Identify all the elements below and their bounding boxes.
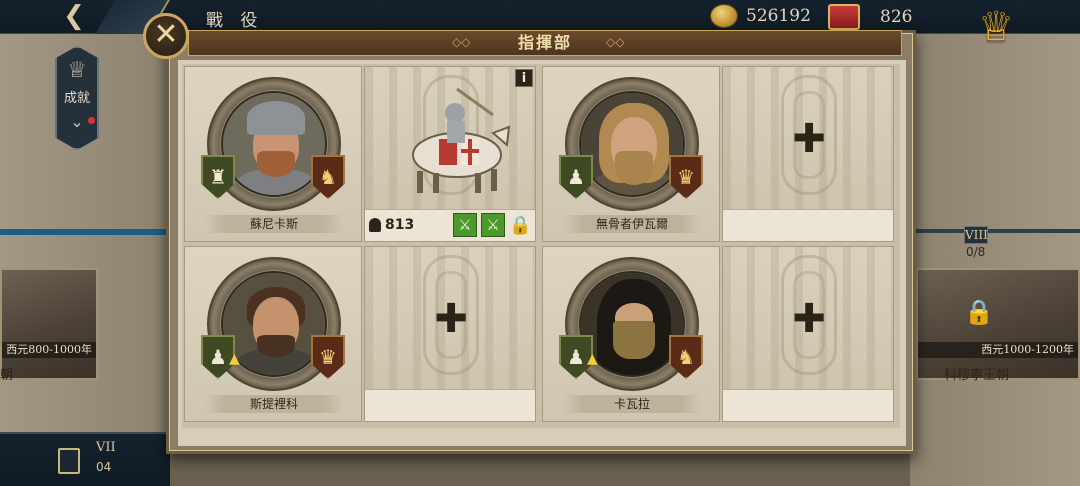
save-count: 04 [96,460,112,474]
commander-name: 斯提裡科 [205,395,343,413]
strength-value: 813 [385,217,415,233]
empty-unit-slot[interactable]: ✚ [722,66,894,242]
commander-card[interactable]: ♟ ♛ 無骨者伊瓦爾 [542,66,720,242]
gold-value: 526192 [746,6,811,26]
modal-title: 指揮部 [517,33,572,52]
page-title: 戰 役 [206,11,264,31]
achievements-button[interactable]: ♕ 成就 ⌄ [55,46,99,150]
save-icon[interactable] [58,448,80,474]
chapter-badge: VIII [964,226,988,244]
achievements-label: 成就 [63,91,90,106]
header-ornament-right-icon: ◇◇ [606,35,625,49]
commander-card[interactable]: ♜ ♞ 蘇尼卡斯 [184,66,362,242]
era-card-caption: 西元1000-1200年 [918,342,1078,358]
back-arrow-icon[interactable]: ❮ [52,2,96,30]
bottom-bar [0,432,170,486]
add-unit-icon[interactable]: ✚ [789,119,829,159]
upgrade-arrow-icon: ▲ [229,351,240,367]
era-name-left: 朝 [0,368,14,383]
upgrade-arrow-icon: ▲ [587,351,598,367]
unit-stats-bar [723,389,893,421]
empty-unit-slot[interactable]: ✚ [364,246,536,422]
add-unit-icon[interactable]: ✚ [789,299,829,339]
lock-icon: 🔒 [964,298,994,326]
gold-counter: 526192 [710,4,811,28]
right-era-panel [910,34,1080,486]
chapter-progress: 0/8 [966,245,986,259]
ticket-icon [828,4,860,30]
commander-name: 卡瓦拉 [563,395,701,413]
commander-card[interactable]: ♟ ▲ ♛ 斯提裡科 [184,246,362,422]
unit-stats-bar [723,209,893,241]
gold-coin-icon [710,4,738,28]
modal-header: 指揮部 [188,30,902,56]
notification-dot [88,117,95,124]
unit-strength: 813 [369,217,414,233]
commander-name: 無骨者伊瓦爾 [563,215,701,233]
cavalry-unit-icon [412,87,511,193]
save-roman: VII [96,440,116,455]
close-button[interactable]: ✕ [143,13,189,59]
ticket-counter: 826 [828,4,912,30]
timeline-line-left [0,229,170,235]
unit-slot[interactable]: i 813 ⚔ ⚔ 🔒 [364,66,536,242]
era-card-left[interactable]: 西元800-1000年 [0,268,98,380]
skill-icon[interactable]: ⚔ [453,213,477,237]
trophy-icon: ♕ [67,58,87,83]
crown-icon[interactable]: ♕ [964,4,1028,50]
era-card-caption: 西元800-1000年 [2,342,96,358]
skill-icon[interactable]: ⚔ [481,213,505,237]
header-ornament-left-icon: ◇◇ [452,35,471,49]
add-unit-icon[interactable]: ✚ [431,299,471,339]
era-name-right: 科穆寧王朝 [944,368,1010,383]
commander-card[interactable]: ♟ ▲ ♞ 卡瓦拉 [542,246,720,422]
info-button[interactable]: i [515,69,533,87]
chevron-down-icon: ⌄ [70,112,84,131]
timeline-line-right [910,229,1080,233]
helmet-icon [369,218,381,232]
lock-icon[interactable]: 🔒 [509,215,531,237]
ticket-value: 826 [880,7,913,27]
unit-stats-bar [365,389,535,421]
empty-unit-slot[interactable]: ✚ [722,246,894,422]
commander-name: 蘇尼卡斯 [205,215,343,233]
